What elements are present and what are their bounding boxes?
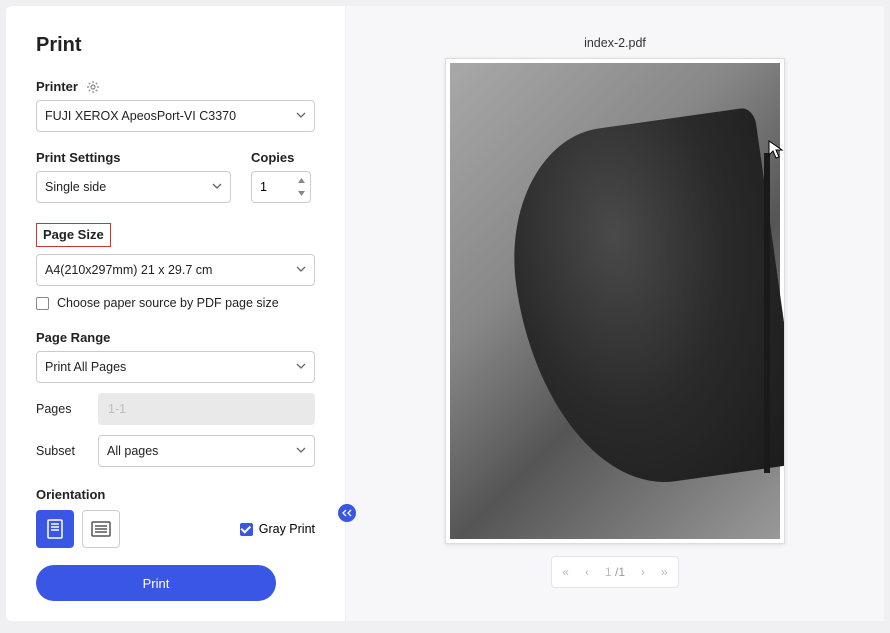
preview-area: index-2.pdf « ‹ 1 /1 › » (346, 6, 884, 621)
pager-next[interactable]: › (641, 565, 645, 579)
spinner-down[interactable] (294, 187, 308, 200)
subset-select[interactable]: All pages (98, 435, 315, 467)
paper-source-row: Choose paper source by PDF page size (36, 296, 315, 310)
subset-value: All pages (107, 444, 158, 458)
print-settings-value: Single side (45, 180, 106, 194)
print-sidebar: Print Printer FUJI XEROX ApeosPort-VI C3… (6, 6, 346, 621)
page-size-section: Page Size A4(210x297mm) 21 x 29.7 cm Cho… (36, 223, 315, 310)
copies-spinner (294, 174, 308, 200)
printer-label-row: Printer (36, 79, 315, 94)
page-range-section: Page Range Print All Pages Pages 1-1 Sub… (36, 330, 315, 467)
gray-print-checkbox[interactable] (240, 523, 253, 536)
pages-label: Pages (36, 402, 86, 416)
gray-print-row: Gray Print (240, 522, 315, 536)
spinner-up[interactable] (294, 174, 308, 187)
page-size-value: A4(210x297mm) 21 x 29.7 cm (45, 263, 212, 277)
page-range-label: Page Range (36, 330, 315, 345)
page-size-label: Page Size (43, 227, 104, 242)
print-settings-col: Print Settings Single side (36, 150, 231, 203)
pages-row: Pages 1-1 (36, 393, 315, 425)
copies-col: Copies 1 (251, 150, 315, 203)
pager: « ‹ 1 /1 › » (551, 556, 678, 588)
copies-value: 1 (260, 180, 267, 194)
print-button[interactable]: Print (36, 565, 276, 601)
dialog-title: Print (36, 34, 315, 57)
chevron-down-icon (296, 263, 306, 277)
print-dialog: Print Printer FUJI XEROX ApeosPort-VI C3… (6, 6, 884, 621)
pages-placeholder: 1-1 (108, 402, 126, 416)
chevron-down-icon (296, 360, 306, 374)
chevron-down-icon (296, 109, 306, 123)
copies-input[interactable]: 1 (251, 171, 311, 203)
page-size-select[interactable]: A4(210x297mm) 21 x 29.7 cm (36, 254, 315, 286)
orientation-landscape[interactable] (82, 510, 120, 548)
pager-first[interactable]: « (562, 565, 569, 579)
cursor-icon (768, 140, 784, 165)
pager-prev[interactable]: ‹ (585, 565, 589, 579)
pager-current: 1 /1 (605, 565, 625, 579)
subset-row: Subset All pages (36, 435, 315, 467)
printer-select[interactable]: FUJI XEROX ApeosPort-VI C3370 (36, 100, 315, 132)
orientation-portrait[interactable] (36, 510, 74, 548)
paper-source-checkbox[interactable] (36, 297, 49, 310)
chevron-down-icon (296, 444, 306, 458)
page-range-value: Print All Pages (45, 360, 126, 374)
chevron-down-icon (212, 180, 222, 194)
print-settings-label: Print Settings (36, 150, 231, 165)
settings-copies-row: Print Settings Single side Copies 1 (36, 150, 315, 203)
collapse-icon (342, 509, 352, 517)
gray-print-label: Gray Print (259, 522, 315, 536)
preview-filename: index-2.pdf (584, 36, 646, 50)
copies-label: Copies (251, 150, 315, 165)
pager-last[interactable]: » (661, 565, 668, 579)
preview-image (450, 63, 780, 539)
paper-source-label: Choose paper source by PDF page size (57, 296, 279, 310)
print-settings-select[interactable]: Single side (36, 171, 231, 203)
collapse-sidebar-button[interactable] (338, 504, 356, 522)
printer-value: FUJI XEROX ApeosPort-VI C3370 (45, 109, 236, 123)
orientation-row: Gray Print (36, 510, 315, 548)
orientation-label: Orientation (36, 487, 315, 502)
page-size-label-highlighted: Page Size (36, 223, 111, 247)
page-preview (445, 58, 785, 544)
orientation-section: Orientation Gray Print (36, 487, 315, 548)
gear-icon[interactable] (86, 80, 100, 94)
pages-input: 1-1 (98, 393, 315, 425)
printer-label: Printer (36, 79, 78, 94)
subset-label: Subset (36, 444, 86, 458)
page-range-select[interactable]: Print All Pages (36, 351, 315, 383)
